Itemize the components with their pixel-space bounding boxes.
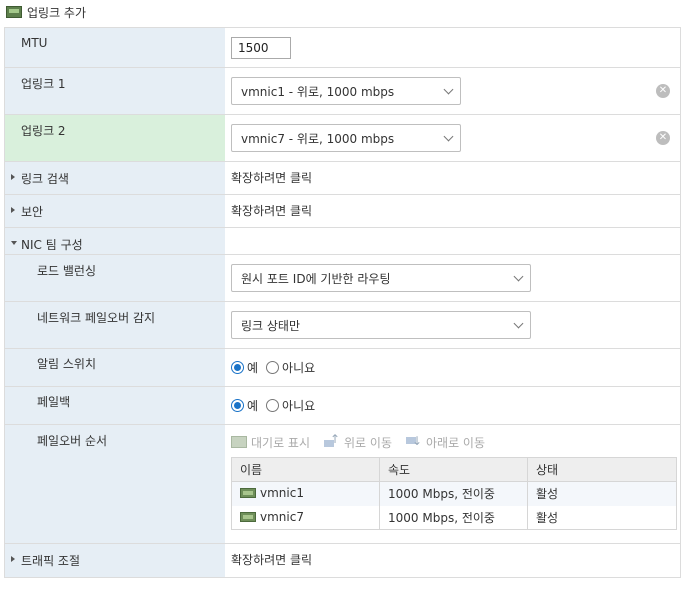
radio-yes-label: 예 — [247, 361, 259, 375]
notify-switches-no-radio[interactable]: 아니요 — [266, 359, 315, 376]
uplink-form: MTU 1500 업링크 1 vmnic1 - 위로, 1000 mbps ✕ … — [4, 27, 681, 578]
radio-unselected-icon — [266, 361, 280, 374]
nic-teaming-label: NIC 팀 구성 — [21, 238, 83, 252]
move-down-label: 아래로 이동 — [426, 435, 486, 450]
failback-row: 페일백 예 아니요 — [5, 387, 680, 425]
security-label: 보안 — [21, 205, 44, 219]
uplink2-row: 업링크 2 vmnic7 - 위로, 1000 mbps ✕ — [5, 115, 680, 162]
nic-status: 활성 — [527, 481, 677, 506]
standby-icon — [231, 436, 247, 448]
failback-label: 페일백 — [5, 387, 225, 424]
mtu-input[interactable]: 1500 — [231, 36, 291, 59]
failover-detection-select[interactable]: 링크 상태만 — [231, 311, 531, 339]
expand-arrow-icon — [11, 174, 15, 180]
nic-speed: 1000 Mbps, 전이중 — [379, 505, 528, 530]
load-balancing-value: 원시 포트 ID에 기반한 라우팅 — [241, 271, 391, 286]
expand-arrow-icon — [11, 207, 15, 213]
move-down-button[interactable]: 아래로 이동 — [406, 434, 485, 451]
chevron-down-icon — [443, 84, 454, 94]
failover-order-toolbar: 대기로 표시 위로 이동 아래로 이동 — [231, 432, 677, 451]
mtu-row: MTU 1500 — [5, 28, 680, 68]
nic-teaming-row: NIC 팀 구성 — [5, 228, 680, 255]
uplink2-label: 업링크 2 — [5, 115, 225, 161]
dialog-header: 업링크 추가 — [6, 3, 86, 21]
table-row[interactable]: vmnic1 1000 Mbps, 전이중 활성 — [231, 481, 677, 506]
security-expand-text[interactable]: 확장하려면 클릭 — [231, 202, 312, 219]
uplink2-value: vmnic7 - 위로, 1000 mbps — [241, 131, 395, 146]
security-row[interactable]: 보안 확장하려면 클릭 — [5, 195, 680, 228]
failover-order-label: 페일오버 순서 — [5, 425, 225, 543]
failover-detection-label: 네트워크 페일오버 감지 — [5, 302, 225, 348]
clear-uplink2-icon[interactable]: ✕ — [656, 131, 670, 145]
chevron-down-icon — [513, 271, 524, 281]
notify-switches-row: 알림 스위치 예 아니요 — [5, 349, 680, 387]
security-toggle[interactable]: 보안 — [5, 195, 225, 227]
failover-order-row: 페일오버 순서 대기로 표시 위로 이동 아래로 이동 — [5, 425, 680, 544]
clear-uplink1-icon[interactable]: ✕ — [656, 84, 670, 98]
expand-arrow-icon — [11, 556, 15, 562]
move-up-icon — [324, 432, 340, 448]
link-discovery-expand-text[interactable]: 확장하려면 클릭 — [231, 169, 312, 186]
radio-unselected-icon — [266, 399, 280, 412]
table-row[interactable]: vmnic7 1000 Mbps, 전이중 활성 — [231, 505, 677, 530]
network-adapter-icon — [6, 6, 22, 18]
notify-switches-yes-radio[interactable]: 예 — [231, 359, 258, 376]
uplink1-row: 업링크 1 vmnic1 - 위로, 1000 mbps ✕ — [5, 68, 680, 115]
dialog-title: 업링크 추가 — [27, 5, 87, 20]
radio-selected-icon — [231, 399, 244, 412]
radio-no-label: 아니요 — [282, 361, 316, 375]
uplink2-select[interactable]: vmnic7 - 위로, 1000 mbps — [231, 124, 461, 152]
nic-status: 활성 — [527, 505, 677, 530]
failover-detection-row: 네트워크 페일오버 감지 링크 상태만 — [5, 302, 680, 349]
nic-speed: 1000 Mbps, 전이중 — [379, 481, 528, 506]
uplink1-label: 업링크 1 — [5, 68, 225, 114]
nic-teaming-toggle[interactable]: NIC 팀 구성 — [5, 228, 225, 254]
network-adapter-icon — [240, 488, 256, 499]
move-down-icon — [406, 434, 422, 448]
failover-order-table: 이름 속도 상태 vmnic1 1000 Mbps, 전이중 활성 vmnic7… — [231, 457, 677, 530]
link-discovery-toggle[interactable]: 링크 검색 — [5, 162, 225, 194]
failover-detection-value: 링크 상태만 — [241, 318, 301, 333]
uplink1-value: vmnic1 - 위로, 1000 mbps — [241, 84, 395, 99]
link-discovery-label: 링크 검색 — [21, 172, 69, 186]
traffic-shaping-row[interactable]: 트래픽 조절 확장하려면 클릭 — [5, 544, 680, 577]
traffic-shaping-toggle[interactable]: 트래픽 조절 — [5, 544, 225, 577]
notify-switches-label: 알림 스위치 — [5, 349, 225, 386]
radio-yes-label: 예 — [247, 399, 259, 413]
chevron-down-icon — [513, 318, 524, 328]
load-balancing-label: 로드 밸런싱 — [5, 255, 225, 301]
mark-standby-label: 대기로 표시 — [251, 435, 311, 450]
move-up-label: 위로 이동 — [344, 435, 392, 450]
traffic-shaping-expand-text[interactable]: 확장하려면 클릭 — [231, 551, 312, 568]
mtu-label: MTU — [5, 28, 225, 67]
column-header-status[interactable]: 상태 — [527, 457, 677, 482]
column-header-name[interactable]: 이름 — [231, 457, 380, 482]
load-balancing-row: 로드 밸런싱 원시 포트 ID에 기반한 라우팅 — [5, 255, 680, 302]
nic-name: vmnic7 — [260, 509, 304, 524]
uplink1-select[interactable]: vmnic1 - 위로, 1000 mbps — [231, 77, 461, 105]
mark-standby-button[interactable]: 대기로 표시 — [231, 434, 310, 451]
traffic-shaping-label: 트래픽 조절 — [21, 554, 81, 568]
load-balancing-select[interactable]: 원시 포트 ID에 기반한 라우팅 — [231, 264, 531, 292]
link-discovery-row[interactable]: 링크 검색 확장하려면 클릭 — [5, 162, 680, 195]
failback-no-radio[interactable]: 아니요 — [266, 397, 315, 414]
nic-name: vmnic1 — [260, 486, 304, 501]
radio-selected-icon — [231, 361, 244, 374]
failback-yes-radio[interactable]: 예 — [231, 397, 258, 414]
move-up-button[interactable]: 위로 이동 — [324, 432, 392, 451]
column-header-speed[interactable]: 속도 — [379, 457, 528, 482]
network-adapter-icon — [240, 511, 256, 522]
collapse-arrow-icon — [11, 241, 17, 245]
radio-no-label: 아니요 — [282, 399, 316, 413]
chevron-down-icon — [443, 131, 454, 141]
